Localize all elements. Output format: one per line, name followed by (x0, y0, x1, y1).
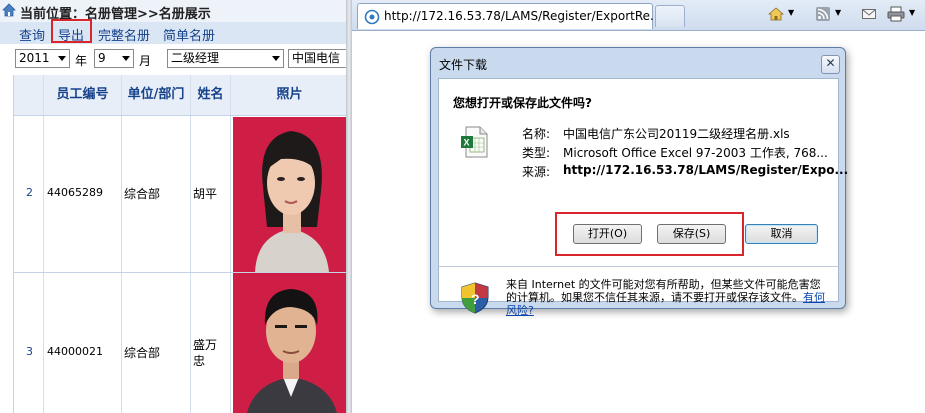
header-name[interactable]: 姓名 (191, 75, 231, 115)
chevron-down-icon (122, 56, 130, 61)
department-cell: 综合部 (122, 116, 191, 272)
name-cell: 盛万 忠 (191, 273, 231, 413)
header-department[interactable]: 单位/部门 (122, 75, 191, 115)
employee-photo (233, 117, 348, 272)
table-row[interactable]: 3 44000021 综合部 盛万 忠 (14, 273, 348, 413)
header-index (14, 75, 44, 115)
tab-url: http://172.16.53.78/LAMS/Register/Export… (384, 9, 662, 23)
type-label: 类型: (522, 146, 551, 160)
print-icon[interactable] (887, 5, 905, 23)
year-unit-label: 年 (75, 54, 88, 68)
tab-bar: http://172.16.53.78/LAMS/Register/Export… (352, 0, 925, 31)
query-link[interactable]: 查询 (19, 25, 45, 44)
chevron-down-icon[interactable]: ▼ (909, 8, 915, 17)
department-cell: 综合部 (122, 273, 191, 413)
employee-photo (233, 273, 348, 413)
row-index: 2 (14, 116, 44, 272)
close-button[interactable]: ✕ (821, 55, 840, 74)
header-employee-id[interactable]: 员工编号 (44, 75, 122, 115)
warning-text: 来自 Internet 的文件可能对您有所帮助，但某些文件可能危害您的计算机。如… (506, 278, 821, 304)
month-select[interactable]: 9 (94, 49, 134, 68)
dialog-question: 您想打开或保存此文件吗? (453, 96, 592, 110)
chevron-down-icon[interactable]: ▼ (835, 8, 841, 17)
row-index: 3 (14, 273, 44, 413)
company-value: 中国电信 (292, 51, 341, 65)
table-row[interactable]: 2 44065289 综合部 胡平 (14, 116, 348, 273)
year-value: 2011 (19, 51, 50, 65)
simple-roster-link[interactable]: 简单名册 (163, 25, 215, 44)
shield-icon: ? (461, 282, 489, 314)
roster-grid: 员工编号 单位/部门 姓名 照片 2 44065289 综合部 胡平 3 440… (13, 75, 348, 413)
excel-file-icon: X (461, 126, 488, 158)
dialog-title: 文件下载 (439, 58, 488, 72)
mail-icon[interactable] (861, 5, 877, 23)
year-select[interactable]: 2011 (15, 49, 70, 68)
dialog-divider (439, 266, 838, 267)
level-value: 二级经理 (171, 51, 220, 65)
file-name-value: 中国电信广东公司20119二级经理名册.xls (563, 127, 790, 141)
company-select[interactable]: 中国电信 (288, 49, 348, 68)
cancel-button[interactable]: 取消 (745, 224, 818, 244)
level-select[interactable]: 二级经理 (167, 49, 284, 68)
month-unit-label: 月 (139, 54, 152, 68)
name-cell: 胡平 (191, 116, 231, 272)
svg-text:?: ? (471, 291, 480, 307)
file-download-dialog: 文件下载 ✕ 您想打开或保存此文件吗? X 名称: 中国电信广东公司20119二… (430, 47, 848, 317)
security-warning: 来自 Internet 的文件可能对您有所帮助，但某些文件可能危害您的计算机。如… (506, 278, 826, 317)
header-photo[interactable]: 照片 (231, 75, 348, 115)
svg-text:X: X (464, 138, 470, 148)
name-label: 名称: (522, 127, 551, 141)
full-roster-link[interactable]: 完整名册 (98, 25, 150, 44)
employee-id-cell: 44065289 (44, 116, 122, 272)
month-value: 9 (98, 51, 106, 65)
roster-app: 当前位置：名册管理>>名册展示 查询 导出 完整名册 简单名册 2011 年 9… (0, 0, 348, 413)
chevron-down-icon (272, 56, 280, 61)
breadcrumb: 当前位置：名册管理>>名册展示 (20, 7, 211, 22)
new-tab-button[interactable] (655, 5, 685, 27)
browser-tab[interactable]: http://172.16.53.78/LAMS/Register/Export… (357, 3, 662, 29)
home-icon[interactable] (768, 5, 784, 23)
file-type-value: Microsoft Office Excel 97-2003 工作表, 768.… (563, 146, 828, 160)
grid-header: 员工编号 单位/部门 姓名 照片 (14, 75, 348, 116)
rss-icon[interactable] (815, 5, 831, 23)
export-highlight-box (51, 19, 92, 43)
dialog-body: 您想打开或保存此文件吗? X 名称: 中国电信广东公司20119二级经理名册.x… (438, 78, 848, 317)
chevron-down-icon[interactable]: ▼ (788, 8, 794, 17)
source-label: 来源: (522, 165, 551, 179)
home-icon (2, 3, 16, 17)
chevron-down-icon (58, 56, 66, 61)
ie-page-icon (364, 9, 380, 25)
file-source-value: http://172.16.53.78/LAMS/Register/Expo..… (563, 163, 849, 177)
employee-id-cell: 44000021 (44, 273, 122, 413)
filter-bar: 2011 年 9 月 二级经理 中国电信 (0, 45, 348, 73)
button-highlight-box (555, 212, 744, 256)
